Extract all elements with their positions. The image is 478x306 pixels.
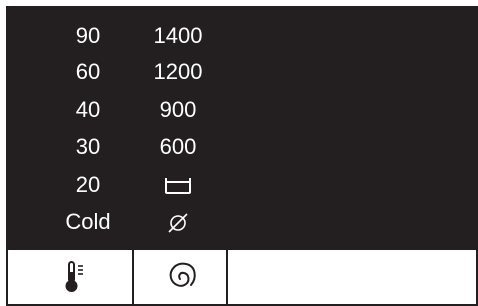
spin-option: 1400 [153,23,203,48]
spin-option: 1200 [153,59,203,84]
spin-option: 900 [159,97,197,122]
rinse-hold-icon [118,167,238,203]
button-bar [6,250,478,306]
thermometer-icon [65,261,83,292]
blank-button-area [228,250,476,304]
spin-spiral-icon [169,262,196,287]
temperature-button[interactable] [8,250,134,304]
washer-control-panel: 90 60 40 30 20 Cold 1400 1200 900 600 [6,6,478,306]
spin-button[interactable] [134,250,228,304]
no-spin-icon [118,204,238,240]
option-display: 90 60 40 30 20 Cold 1400 1200 900 600 [6,6,478,250]
spin-option: 600 [159,134,197,159]
